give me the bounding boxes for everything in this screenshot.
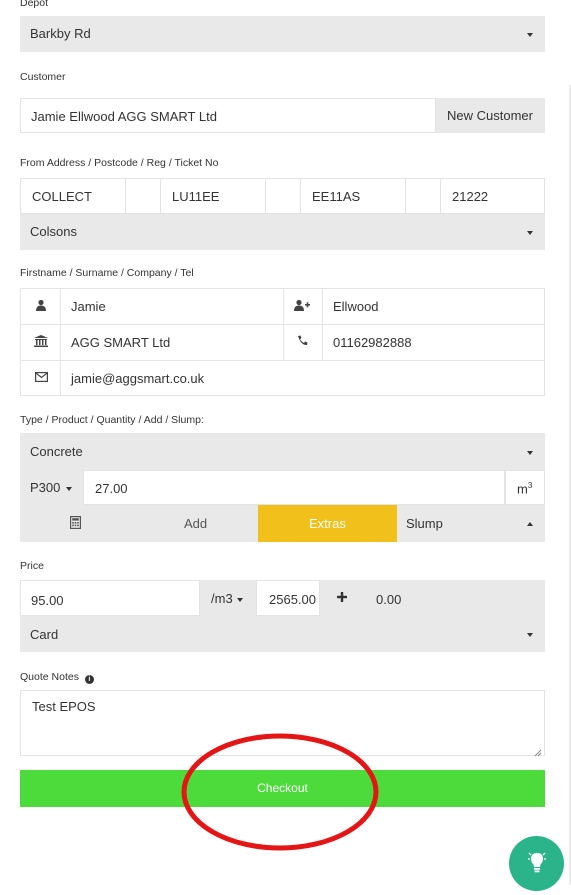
chevron-up-icon (527, 522, 533, 526)
divider (265, 179, 266, 213)
new-customer-label: New Customer (447, 108, 533, 123)
divider (405, 179, 406, 213)
depot-label: Depot (20, 0, 49, 9)
chevron-down-icon (527, 231, 533, 235)
total-input[interactable]: 2565.00 (256, 580, 320, 616)
email-input[interactable]: jamie@aggsmart.co.uk (71, 371, 204, 386)
divider (125, 179, 126, 213)
divider (21, 360, 544, 361)
customer-value: Jamie Ellwood AGG SMART Ltd (31, 109, 217, 124)
payment-value: Card (30, 627, 59, 642)
tel-input[interactable]: 01162982888 (333, 335, 412, 350)
firstname-input[interactable]: Jamie (71, 299, 106, 314)
contact-label: Firstname / Surname / Company / Tel (20, 267, 194, 279)
payment-select[interactable]: Card (20, 616, 545, 652)
quantity-value: 27.00 (95, 481, 128, 496)
annotation-circle (181, 733, 379, 851)
extras-button[interactable]: Extras (258, 505, 397, 542)
help-button[interactable] (509, 836, 564, 891)
user-plus-icon (293, 299, 311, 313)
plus-icon (336, 591, 348, 603)
divider (60, 289, 61, 395)
depot-value: Barkby Rd (30, 26, 91, 41)
divider (322, 289, 323, 360)
quote-notes-text: Quote Notes (20, 671, 79, 683)
ticket-input[interactable]: 21222 (452, 189, 488, 204)
user-icon (33, 299, 49, 313)
envelope-icon (33, 371, 49, 385)
quantity-input[interactable]: 27.00 (83, 470, 505, 505)
price-label: Price (20, 560, 44, 572)
plus-addon (320, 580, 364, 616)
reg-input[interactable]: EE11AS (312, 189, 360, 204)
postcode-input[interactable]: LU11EE (172, 189, 219, 204)
customer-input[interactable]: Jamie Ellwood AGG SMART Ltd (20, 98, 436, 133)
bank-icon (32, 335, 50, 349)
customer-label: Customer (20, 71, 66, 83)
company-input[interactable]: AGG SMART Ltd (71, 335, 170, 350)
calculator-icon[interactable] (68, 516, 82, 530)
extras-label: Extras (309, 516, 346, 531)
product-code-value: P300 (30, 480, 61, 495)
new-customer-button[interactable]: New Customer (436, 98, 545, 133)
quote-notes-value: Test EPOS (32, 699, 96, 714)
address-input[interactable]: COLLECT (32, 189, 92, 204)
per-unit-dropdown[interactable]: /m3 (200, 580, 256, 616)
type-value: Concrete (30, 444, 83, 459)
phone-icon (294, 335, 310, 349)
unit-price-input[interactable]: 95.00 (20, 580, 200, 616)
slump-select[interactable]: Slump (397, 505, 545, 542)
info-icon[interactable]: i (84, 675, 94, 684)
unit-superscript: 3 (527, 481, 533, 490)
haulier-select[interactable]: Colsons (20, 214, 545, 250)
unit-base: m (517, 481, 528, 497)
add-button[interactable]: Add (184, 516, 207, 531)
unit-price-value: 95.00 (31, 593, 64, 608)
slump-label: Slump (406, 516, 443, 531)
product-label: Type / Product / Quantity / Add / Slump: (20, 414, 204, 426)
quote-notes-label: Quote Notes i (20, 671, 94, 684)
contact-grid: Jamie Ellwood AGG SMART Ltd 01162982888 … (20, 288, 545, 396)
divider (300, 179, 301, 213)
surname-input[interactable]: Ellwood (333, 299, 379, 314)
unit-addon: m3 (505, 470, 545, 505)
product-code-dropdown[interactable]: P300 (20, 470, 83, 505)
from-address-row: COLLECT LU11EE EE11AS 21222 (20, 178, 545, 214)
chevron-down-icon (527, 33, 533, 37)
chevron-down-icon (237, 598, 243, 602)
per-unit-value: /m3 (211, 591, 233, 606)
chevron-down-icon (527, 451, 533, 455)
divider (160, 179, 161, 213)
extra-price-value: 0.00 (376, 592, 402, 607)
divider (283, 289, 284, 360)
add-extra-row: Add (20, 505, 258, 542)
chevron-down-icon (66, 487, 72, 491)
resize-handle-icon[interactable] (534, 745, 542, 757)
depot-select[interactable]: Barkby Rd (20, 16, 545, 52)
unit-text: m3 (517, 481, 532, 496)
chevron-down-icon (527, 633, 533, 637)
haulier-value: Colsons (30, 224, 77, 239)
extra-price-input[interactable]: 0.00 (364, 580, 545, 616)
total-value: 2565.00 (269, 592, 316, 607)
divider (440, 179, 441, 213)
lightbulb-icon (527, 851, 547, 875)
type-select[interactable]: Concrete (20, 433, 545, 470)
from-address-label: From Address / Postcode / Reg / Ticket N… (20, 157, 219, 169)
